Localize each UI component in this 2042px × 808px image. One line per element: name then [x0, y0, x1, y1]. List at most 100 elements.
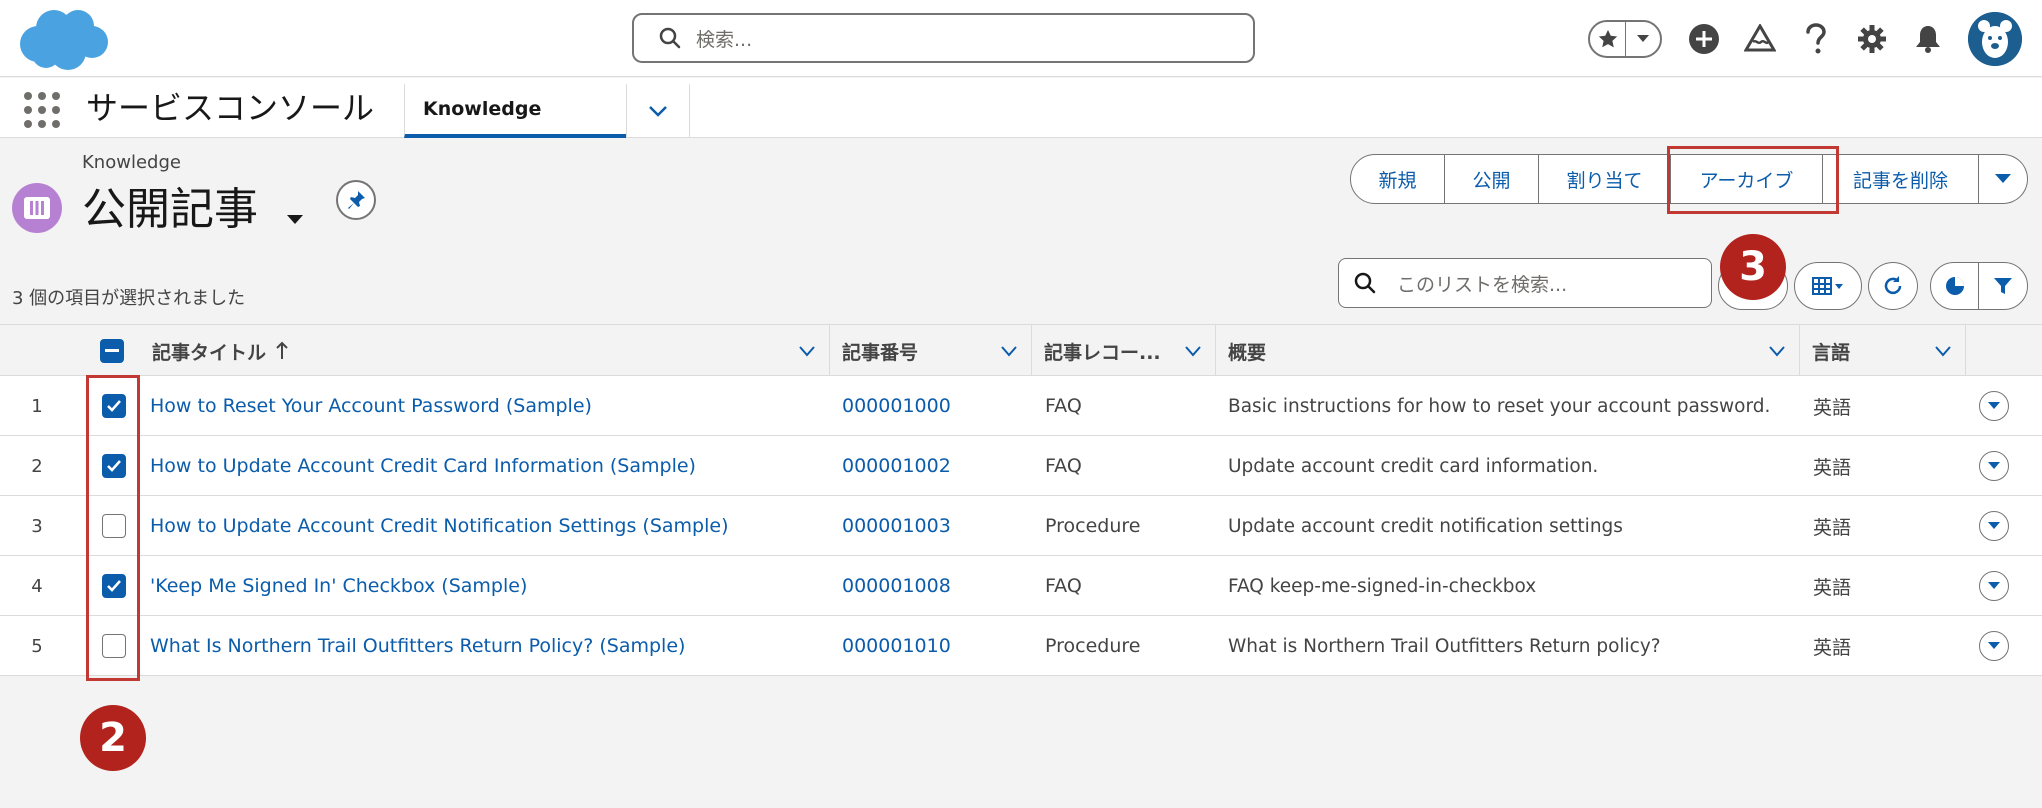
archive-highlight-box	[1667, 146, 1839, 214]
record-type: FAQ	[1045, 455, 1082, 477]
row-actions-chevron-icon[interactable]	[1979, 391, 2009, 421]
refresh-button[interactable]	[1868, 262, 1918, 310]
language: 英語	[1813, 456, 1852, 479]
row-number: 2	[31, 455, 43, 477]
table-row: 1 How to Reset Your Account Password (Sa…	[0, 376, 2042, 436]
record-type: Procedure	[1045, 635, 1141, 657]
display-as-table-button[interactable]	[1794, 262, 1862, 310]
column-header-language[interactable]: 言語	[1800, 325, 1966, 377]
assign-button[interactable]: 割り当て	[1539, 154, 1671, 204]
sort-ascending-icon	[276, 341, 288, 359]
filters-button[interactable]	[1979, 263, 2027, 309]
column-menu-chevron-icon[interactable]	[1183, 341, 1203, 361]
notifications-bell-icon[interactable]	[1900, 14, 1956, 64]
row-actions-chevron-icon[interactable]	[1979, 451, 2009, 481]
record-type: FAQ	[1045, 575, 1082, 597]
pie-chart-icon	[1945, 277, 1964, 295]
row-number: 3	[31, 515, 43, 537]
row-actions-cell	[1972, 556, 2016, 616]
column-header-title[interactable]: 記事タイトル	[140, 325, 830, 377]
user-avatar[interactable]	[1968, 12, 2022, 66]
column-menu-chevron-icon[interactable]	[1933, 341, 1953, 361]
article-title-link[interactable]: What Is Northern Trail Outfitters Return…	[150, 616, 820, 676]
article-number-link[interactable]: 000001008	[842, 556, 1032, 616]
checkbox-highlight-box	[86, 375, 140, 681]
row-actions-cell	[1972, 616, 2016, 676]
row-actions-cell	[1972, 436, 2016, 496]
delete-article-button[interactable]: 記事を削除	[1823, 154, 1979, 204]
list-view-dropdown-icon[interactable]	[284, 208, 306, 230]
step-badge-2: 2	[80, 705, 146, 771]
article-number-link[interactable]: 000001010	[842, 616, 1032, 676]
summary: Update account credit card information.	[1228, 455, 1599, 477]
setup-gear-icon[interactable]	[1844, 14, 1900, 64]
row-actions-chevron-icon[interactable]	[1979, 571, 2009, 601]
charts-button[interactable]	[1931, 263, 1980, 309]
language: 英語	[1813, 516, 1852, 539]
row-number: 4	[31, 575, 43, 597]
article-title-link[interactable]: How to Update Account Credit Card Inform…	[150, 436, 820, 496]
selected-items-count: 3 個の項目が選択されました	[12, 288, 246, 309]
header-rownum	[0, 325, 94, 377]
help-icon[interactable]	[1788, 14, 1844, 64]
column-title-label: 記事タイトル	[152, 341, 267, 364]
header-select-all[interactable]	[94, 325, 142, 377]
pin-list-button[interactable]	[336, 180, 376, 220]
new-button[interactable]: 新規	[1350, 154, 1445, 204]
app-navigation-bar: サービスコンソール Knowledge	[0, 78, 2042, 138]
record-type: Procedure	[1045, 515, 1141, 537]
article-number-link[interactable]: 000001003	[842, 496, 1032, 556]
table-header: 記事タイトル 記事番号 記事レコー... 概要 言語	[0, 324, 2042, 377]
article-title-link[interactable]: How to Update Account Credit Notificatio…	[150, 496, 820, 556]
row-actions-chevron-icon[interactable]	[1979, 631, 2009, 661]
column-language-label: 言語	[1812, 341, 1851, 364]
list-search-placeholder: このリストを検索...	[1397, 273, 1568, 296]
record-type: FAQ	[1045, 395, 1082, 417]
nav-menu-chevron-icon[interactable]	[626, 84, 690, 138]
app-launcher-icon[interactable]	[24, 92, 60, 128]
row-number: 5	[31, 635, 43, 657]
pin-icon	[348, 191, 365, 209]
column-record-type-label: 記事レコー...	[1044, 341, 1161, 364]
salesforce-logo[interactable]	[16, 6, 110, 72]
global-search-input[interactable]: 検索...	[632, 13, 1255, 63]
column-menu-chevron-icon[interactable]	[1767, 341, 1787, 361]
list-search-input[interactable]: このリストを検索...	[1338, 258, 1712, 308]
column-number-label: 記事番号	[842, 341, 919, 364]
publish-button[interactable]: 公開	[1445, 154, 1539, 204]
select-all-checkbox[interactable]	[100, 339, 124, 363]
row-actions-chevron-icon[interactable]	[1979, 511, 2009, 541]
column-header-summary[interactable]: 概要	[1216, 325, 1800, 377]
language: 英語	[1813, 636, 1852, 659]
tab-knowledge[interactable]: Knowledge	[404, 84, 626, 138]
app-name: サービスコンソール	[86, 89, 375, 127]
global-add-icon[interactable]	[1676, 14, 1732, 64]
table-view-icon	[1812, 277, 1843, 295]
column-header-record-type[interactable]: 記事レコー...	[1032, 325, 1216, 377]
filter-icon	[1994, 278, 2012, 294]
article-number-link[interactable]: 000001002	[842, 436, 1032, 496]
article-number-link[interactable]: 000001000	[842, 376, 1032, 436]
summary: FAQ keep-me-signed-in-checkbox	[1228, 575, 1537, 597]
language: 英語	[1813, 576, 1852, 599]
column-menu-chevron-icon[interactable]	[999, 341, 1019, 361]
article-title-link[interactable]: 'Keep Me Signed In' Checkbox (Sample)	[150, 556, 820, 616]
column-header-number[interactable]: 記事番号	[830, 325, 1032, 377]
table-row: 2 How to Update Account Credit Card Info…	[0, 436, 2042, 496]
column-menu-chevron-icon[interactable]	[797, 341, 817, 361]
column-summary-label: 概要	[1228, 341, 1267, 364]
global-header: 検索...	[0, 0, 2042, 77]
refresh-icon	[1884, 276, 1902, 295]
chart-filter-group	[1930, 262, 2028, 310]
table-row: 5 What Is Northern Trail Outfitters Retu…	[0, 616, 2042, 676]
chevron-down-icon	[1995, 174, 2011, 183]
article-title-link[interactable]: How to Reset Your Account Password (Samp…	[150, 376, 820, 436]
articles-table: 記事タイトル 記事番号 記事レコー... 概要 言語 1 How to Rese…	[0, 324, 2042, 676]
knowledge-object-icon	[12, 183, 62, 233]
trailhead-icon[interactable]	[1732, 14, 1788, 64]
more-actions-button[interactable]	[1979, 154, 2028, 204]
favorites-dropdown-icon[interactable]	[1626, 22, 1660, 56]
header-utility-icons	[1588, 12, 2022, 66]
summary: Update account credit notification setti…	[1228, 515, 1623, 537]
favorites-star-icon[interactable]	[1590, 22, 1626, 56]
